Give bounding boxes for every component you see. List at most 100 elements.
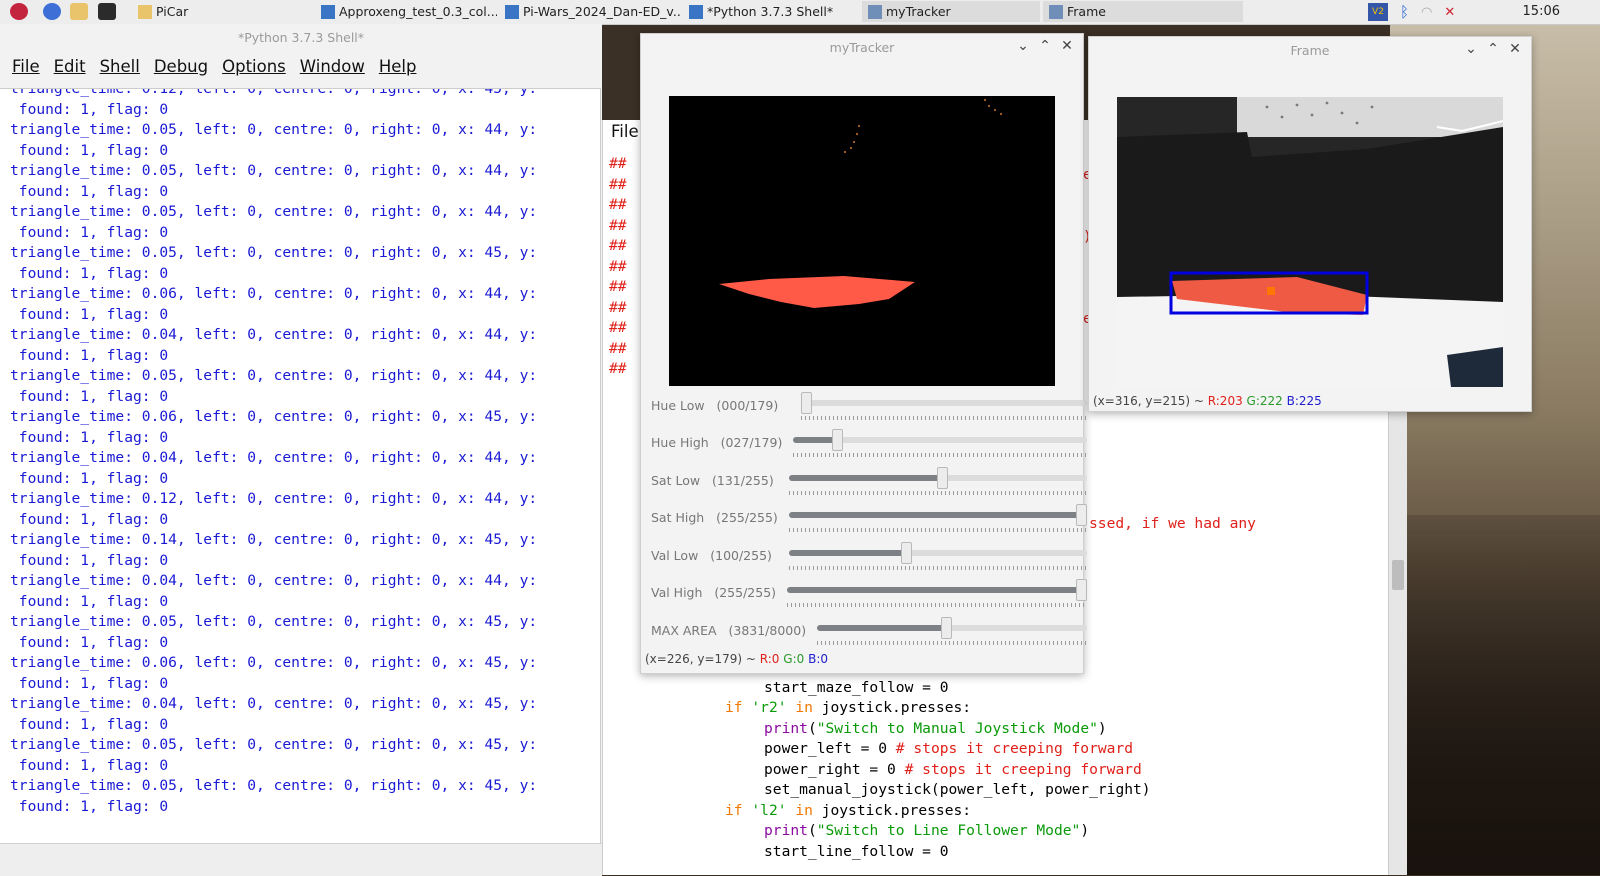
camera-frame-image — [1117, 97, 1503, 387]
menu-shell[interactable]: Shell — [100, 57, 140, 76]
slider-sat-low[interactable]: Sat Low (131/255) — [651, 465, 1087, 497]
slider-handle[interactable] — [832, 429, 844, 451]
slider-handle[interactable] — [900, 542, 912, 564]
slider-track[interactable] — [817, 617, 1087, 639]
slider-track[interactable] — [787, 579, 1087, 601]
comment-marker: ## — [609, 360, 627, 377]
taskbar-mytracker[interactable]: myTracker — [862, 1, 1040, 22]
editor-comment-gutter: ## ## ## ## ## ## ## ## ## ## ## — [603, 154, 637, 380]
shell-output-line: triangle_time: 0.04, left: 0, centre: 0,… — [10, 326, 538, 343]
menu-help[interactable]: Help — [379, 57, 417, 76]
shell-output-line: found: 1, flag: 0 — [10, 633, 169, 651]
slider-label: Val High (255/255) — [651, 585, 777, 600]
shell-output-line: found: 1, flag: 0 — [10, 346, 169, 364]
slider-val-low[interactable]: Val Low (100/255) — [651, 540, 1087, 572]
slider-track[interactable] — [801, 392, 1087, 414]
taskbar-frame[interactable]: Frame — [1043, 1, 1243, 22]
slider-hue-low[interactable]: Hue Low (000/179) — [651, 390, 1087, 422]
maximize-icon[interactable]: ⌃ — [1037, 38, 1053, 54]
slider-handle[interactable] — [1076, 579, 1087, 601]
tracker-titlebar[interactable]: myTracker ⌄ ⌃ ✕ — [641, 34, 1083, 60]
comment-marker: ## — [609, 175, 627, 193]
taskbar-picar[interactable]: PiCar — [132, 1, 312, 22]
raspberry-menu-icon[interactable] — [10, 3, 28, 20]
folder-icon[interactable] — [70, 3, 88, 20]
menu-edit[interactable]: Edit — [54, 57, 86, 76]
python-file-icon — [505, 4, 519, 19]
slider-handle[interactable] — [937, 467, 949, 489]
shell-statusbar — [0, 843, 602, 876]
tracker-statusbar: (x=226, y=179) ~ R:0 G:0 B:0 — [645, 652, 829, 666]
slider-handle[interactable] — [941, 617, 953, 639]
python-file-icon — [689, 4, 703, 19]
window-title: myTracker — [829, 39, 895, 55]
browser-icon[interactable] — [43, 3, 61, 20]
frame-titlebar[interactable]: Frame ⌄ ⌃ ✕ — [1089, 37, 1531, 63]
shell-output[interactable]: triangle_time: 0.12, left: 0, centre: 0,… — [0, 88, 601, 844]
shell-output-line: found: 1, flag: 0 — [10, 141, 169, 159]
shell-output-line: triangle_time: 0.05, left: 0, centre: 0,… — [10, 203, 538, 220]
python-file-icon — [321, 4, 335, 19]
code-line: print("Switch to Line Follower Mode") — [764, 822, 1090, 839]
close-icon[interactable]: ✕ — [1059, 38, 1075, 54]
code-line: print("Switch to Manual Joystick Mode") — [764, 720, 1107, 737]
menu-window[interactable]: Window — [300, 57, 365, 76]
code-line: start_line_follow = 0 — [764, 843, 949, 860]
shell-output-line: found: 1, flag: 0 — [10, 428, 169, 446]
shell-output-line: found: 1, flag: 0 — [10, 551, 169, 569]
taskbar-python-shell[interactable]: *Python 3.7.3 Shell* — [683, 1, 861, 22]
slider-handle[interactable] — [801, 392, 812, 414]
vnc-icon[interactable]: V2 — [1368, 3, 1388, 21]
frame-statusbar: (x=316, y=215) ~ R:203 G:222 B:225 — [1093, 394, 1322, 408]
slider-max-area[interactable]: MAX AREA (3831/8000) — [651, 615, 1087, 647]
chevron-down-icon[interactable]: ⌄ — [1015, 38, 1031, 54]
shell-output-line: found: 1, flag: 0 — [10, 592, 169, 610]
shell-output-line: triangle_time: 0.04, left: 0, centre: 0,… — [10, 449, 538, 466]
slider-sat-high[interactable]: Sat High (255/255) — [651, 502, 1087, 534]
shell-output-line: triangle_time: 0.05, left: 0, centre: 0,… — [10, 736, 538, 753]
scroll-thumb[interactable] — [1392, 560, 1404, 590]
slider-label: Hue High (027/179) — [651, 435, 783, 450]
menu-debug[interactable]: Debug — [154, 57, 208, 76]
shell-output-line: triangle_time: 0.05, left: 0, centre: 0,… — [10, 121, 538, 138]
slider-track[interactable] — [789, 467, 1087, 489]
code-line: if 'r2' in joystick.presses: — [725, 699, 972, 716]
wifi-icon[interactable]: ◠ — [1421, 5, 1432, 20]
menu-file[interactable]: File — [12, 57, 40, 76]
taskbar-approxeng[interactable]: Approxeng_test_0.3_col... — [315, 1, 497, 22]
shell-titlebar[interactable]: *Python 3.7.3 Shell* — [0, 24, 602, 50]
shell-output-line: found: 1, flag: 0 — [10, 100, 169, 118]
shell-output-line: triangle_time: 0.05, left: 0, centre: 0,… — [10, 613, 538, 630]
window-title: Frame — [1290, 42, 1330, 58]
maximize-icon[interactable]: ⌃ — [1485, 41, 1501, 57]
slider-track[interactable] — [793, 429, 1087, 451]
slider-label: MAX AREA (3831/8000) — [651, 623, 807, 638]
comment-marker: ## — [609, 216, 627, 234]
shell-output-line: found: 1, flag: 0 — [10, 797, 169, 815]
taskbar: PiCar Approxeng_test_0.3_col... Pi-Wars_… — [0, 0, 1600, 25]
slider-hue-high[interactable]: Hue High (027/179) — [651, 427, 1087, 459]
slider-val-high[interactable]: Val High (255/255) — [651, 577, 1087, 609]
shell-output-line: triangle_time: 0.12, left: 0, centre: 0,… — [10, 490, 538, 507]
chevron-down-icon[interactable]: ⌄ — [1463, 41, 1479, 57]
code-line: start_maze_follow = 0 — [764, 679, 949, 696]
close-icon[interactable]: ✕ — [1507, 41, 1523, 57]
folder-icon — [138, 4, 152, 19]
mask-svg — [719, 99, 1002, 308]
shell-output-line: triangle_time: 0.05, left: 0, centre: 0,… — [10, 244, 538, 261]
bluetooth-icon[interactable]: ᛒ — [1400, 3, 1409, 21]
volume-muted-icon[interactable]: ✕ — [1444, 5, 1455, 20]
window-icon — [1049, 4, 1063, 19]
taskbar-piwars[interactable]: Pi-Wars_2024_Dan-ED_v... — [499, 1, 681, 22]
slider-track[interactable] — [789, 504, 1087, 526]
menu-options[interactable]: Options — [222, 57, 286, 76]
editor-menu-file[interactable]: File — [611, 122, 639, 141]
terminal-icon[interactable] — [98, 3, 116, 20]
comment-marker: ## — [609, 319, 627, 336]
shell-output-line: found: 1, flag: 0 — [10, 305, 169, 323]
shell-menubar: File Edit Shell Debug Options Window Hel… — [0, 50, 602, 82]
slider-track[interactable] — [789, 542, 1087, 564]
shell-output-line: found: 1, flag: 0 — [10, 510, 169, 528]
shell-output-line: triangle_time: 0.06, left: 0, centre: 0,… — [10, 408, 538, 425]
slider-handle[interactable] — [1076, 504, 1087, 526]
